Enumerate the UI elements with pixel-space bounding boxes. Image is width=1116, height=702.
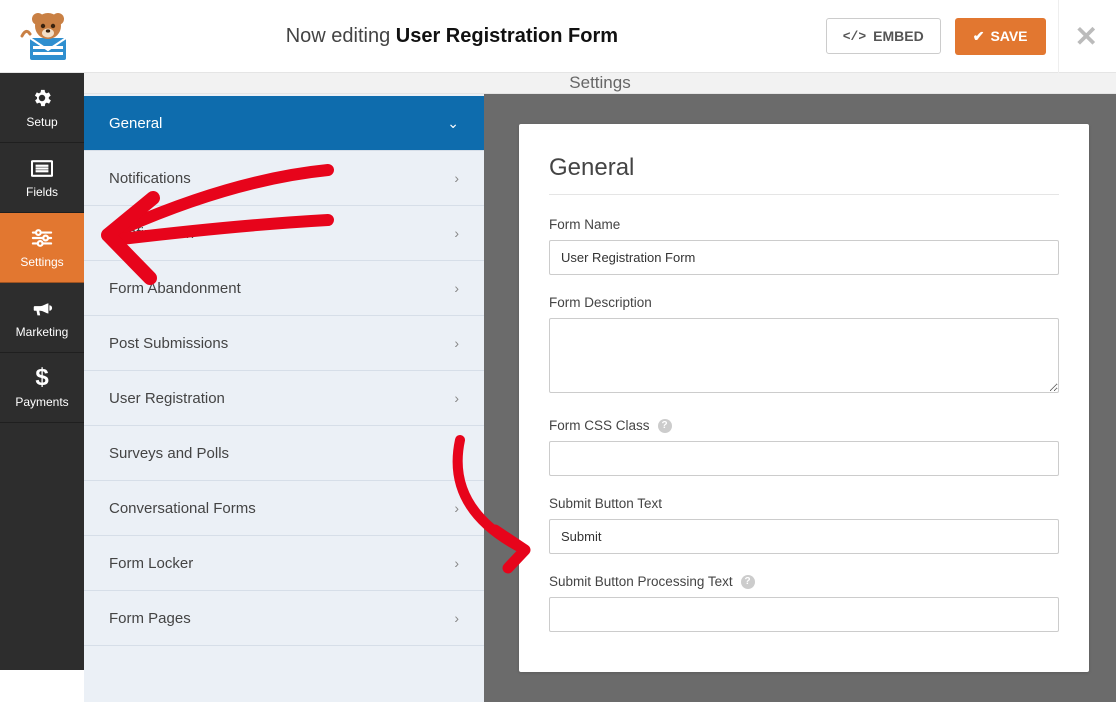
panel-label: Post Submissions: [109, 335, 228, 352]
form-title: User Registration Form: [396, 25, 618, 47]
panel-item-confirmation[interactable]: Confirmation ›: [84, 206, 484, 261]
app-logo: [18, 6, 78, 66]
help-icon[interactable]: ?: [741, 575, 755, 589]
settings-header: Settings: [84, 73, 1116, 94]
form-description-input[interactable]: [549, 318, 1059, 393]
settings-list: General ⌄ Notifications › Confirmation ›…: [84, 94, 484, 702]
panel-item-form-locker[interactable]: Form Locker ›: [84, 536, 484, 591]
check-icon: ✔: [973, 28, 985, 45]
submit-button-processing-label: Submit Button Processing Text ?: [549, 574, 1059, 589]
chevron-right-icon: ›: [454, 280, 459, 296]
css-class-label-text: Form CSS Class: [549, 418, 650, 433]
submit-button-text-label: Submit Button Text: [549, 496, 1059, 511]
panel-item-notifications[interactable]: Notifications ›: [84, 151, 484, 206]
panel-label: User Registration: [109, 390, 225, 407]
submit-button-text-input[interactable]: [549, 519, 1059, 554]
rail-label: Fields: [26, 185, 58, 199]
close-button[interactable]: ✕: [1058, 0, 1098, 73]
rail-item-settings[interactable]: Settings: [0, 213, 84, 283]
preview-area: General Form Name Form Description Form …: [484, 94, 1116, 702]
panel-label: Surveys and Polls: [109, 445, 229, 462]
form-name-label: Form Name: [549, 217, 1059, 232]
panel-item-user-registration[interactable]: User Registration ›: [84, 371, 484, 426]
field-submit-button-processing: Submit Button Processing Text ?: [549, 574, 1059, 632]
rail-item-setup[interactable]: Setup: [0, 73, 84, 143]
panel-item-surveys-and-polls[interactable]: Surveys and Polls: [84, 426, 484, 481]
panel-item-form-abandonment[interactable]: Form Abandonment ›: [84, 261, 484, 316]
rail-item-marketing[interactable]: Marketing: [0, 283, 84, 353]
gear-icon: [30, 86, 54, 110]
chevron-right-icon: ›: [454, 170, 459, 186]
code-icon: </>: [843, 29, 866, 44]
panel-label: General: [109, 115, 162, 132]
panel-item-conversational-forms[interactable]: Conversational Forms ›: [84, 481, 484, 536]
form-css-class-input[interactable]: [549, 441, 1059, 476]
panel-label: Form Abandonment: [109, 280, 241, 297]
rail-item-payments[interactable]: $ Payments: [0, 353, 84, 423]
processing-label-text: Submit Button Processing Text: [549, 574, 733, 589]
rail-label: Settings: [20, 255, 63, 269]
chevron-right-icon: ›: [454, 390, 459, 406]
panel-item-general[interactable]: General ⌄: [84, 96, 484, 151]
bullhorn-icon: [30, 296, 54, 320]
top-actions: </> EMBED ✔ SAVE: [826, 18, 1046, 55]
left-rail: Setup Fields Settings Marketing $ Paymen…: [0, 73, 84, 670]
form-name-input[interactable]: [549, 240, 1059, 275]
rail-label: Marketing: [16, 325, 69, 339]
save-button[interactable]: ✔ SAVE: [955, 18, 1046, 55]
help-icon[interactable]: ?: [658, 419, 672, 433]
field-form-css-class: Form CSS Class ?: [549, 418, 1059, 476]
page-title: Now editing User Registration Form: [78, 25, 826, 48]
chevron-down-icon: ⌄: [447, 115, 459, 132]
panel-label: Conversational Forms: [109, 500, 256, 517]
settings-panel: General ⌄ Notifications › Confirmation ›…: [84, 94, 484, 702]
list-icon: [30, 156, 54, 180]
field-form-name: Form Name: [549, 217, 1059, 275]
submit-button-processing-input[interactable]: [549, 597, 1059, 632]
chevron-right-icon: ›: [454, 335, 459, 351]
rail-label: Payments: [15, 395, 68, 409]
panel-item-post-submissions[interactable]: Post Submissions ›: [84, 316, 484, 371]
embed-button[interactable]: </> EMBED: [826, 18, 941, 54]
save-label: SAVE: [990, 28, 1027, 44]
form-description-label: Form Description: [549, 295, 1059, 310]
general-settings-card: General Form Name Form Description Form …: [519, 124, 1089, 672]
rail-item-fields[interactable]: Fields: [0, 143, 84, 213]
panel-item-form-pages[interactable]: Form Pages ›: [84, 591, 484, 646]
editing-prefix: Now editing: [286, 25, 391, 47]
dollar-icon: $: [30, 366, 54, 390]
sliders-icon: [30, 226, 54, 250]
panel-label: Form Locker: [109, 555, 193, 572]
rail-label: Setup: [26, 115, 57, 129]
form-css-class-label: Form CSS Class ?: [549, 418, 1059, 433]
embed-label: EMBED: [873, 28, 924, 44]
chevron-right-icon: ›: [454, 610, 459, 626]
panel-label: Notifications: [109, 170, 191, 187]
field-form-description: Form Description: [549, 295, 1059, 398]
top-bar: Now editing User Registration Form </> E…: [0, 0, 1116, 73]
card-heading: General: [549, 154, 1059, 195]
panel-label: Form Pages: [109, 610, 191, 627]
field-submit-button-text: Submit Button Text: [549, 496, 1059, 554]
panel-label: Confirmation: [109, 225, 194, 242]
chevron-right-icon: ›: [454, 500, 459, 516]
chevron-right-icon: ›: [454, 225, 459, 241]
chevron-right-icon: ›: [454, 555, 459, 571]
